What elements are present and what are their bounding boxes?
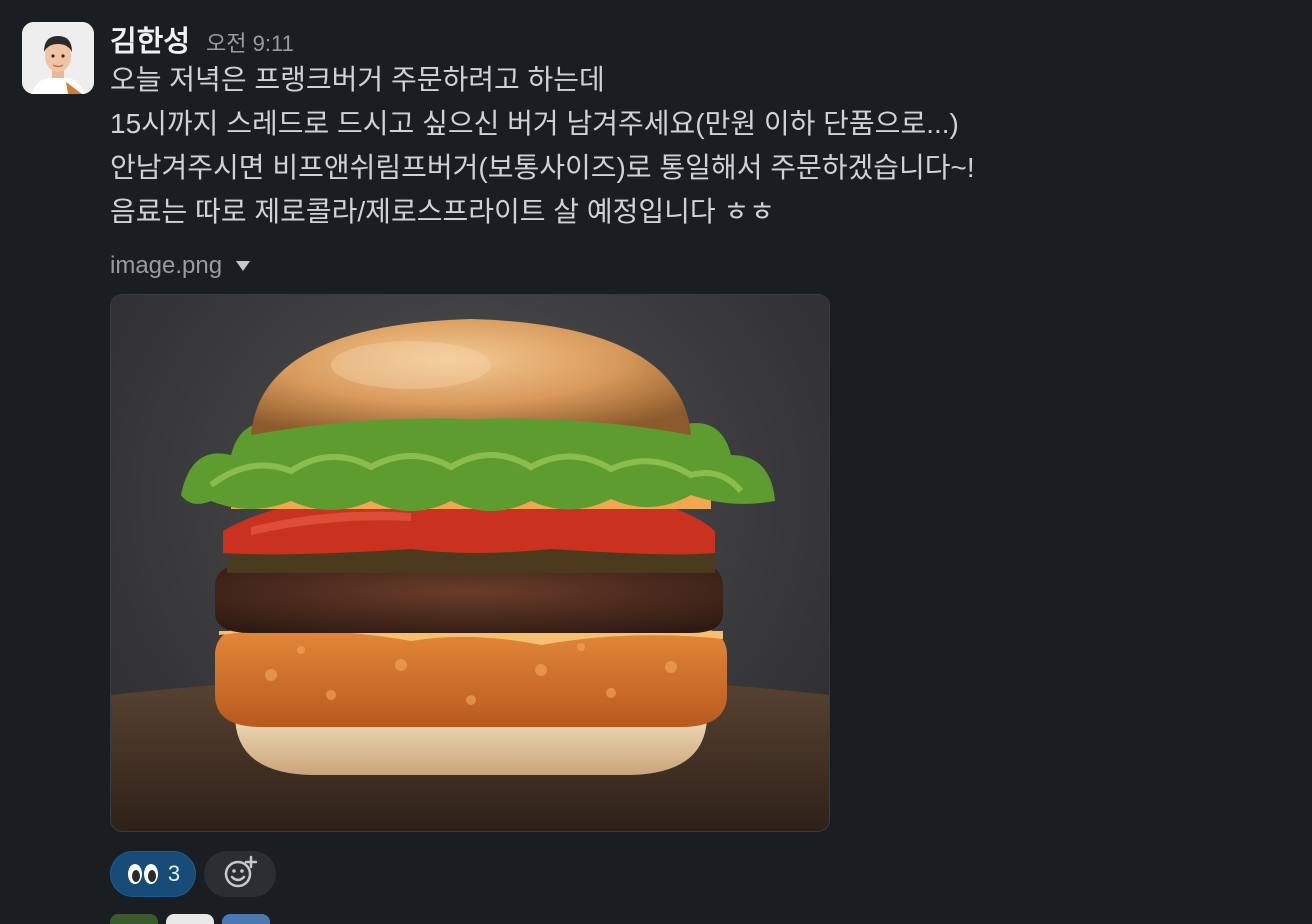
message-body: 오늘 저녁은 프랭크버거 주문하려고 하는데 15시까지 스레드로 드시고 싶으… [110,58,1290,234]
attachment-file-name[interactable]: image.png [110,252,222,280]
message: 김한성 오전 9:11 오늘 저녁은 프랭크버거 주문하려고 하는데 15시까지… [0,0,1312,924]
sender-avatar[interactable] [22,22,94,94]
attachment-header: image.png [110,252,1290,280]
eyes-emoji-icon [126,862,160,886]
add-reaction-button[interactable] [204,851,276,897]
reaction-eyes[interactable]: 3 [110,851,196,897]
thread-avatar[interactable] [166,914,214,924]
message-line: 음료는 따로 제로콜라/제로스프라이트 살 예정입니다 ㅎㅎ [110,196,775,227]
burger-photo [111,319,829,831]
caret-down-icon[interactable] [236,261,251,271]
message-header: 김한성 오전 9:11 [110,18,1290,58]
thread-avatar[interactable] [222,914,270,924]
attachment-image[interactable] [110,294,830,832]
message-timestamp[interactable]: 오전 9:11 [206,26,294,58]
thread-participants [110,914,278,924]
sender-name[interactable]: 김한성 [110,18,190,60]
reactions-bar: 3 [110,851,276,897]
message-line: 안남겨주시면 비프앤쉬림프버거(보통사이즈)로 통일해서 주문하겠습니다~! [110,152,975,183]
message-line: 15시까지 스레드로 드시고 싶으신 버거 남겨주세요(만원 이하 단품으로..… [110,108,959,139]
thread-avatar[interactable] [110,914,158,924]
add-emoji-icon [223,855,258,894]
message-line: 오늘 저녁은 프랭크버거 주문하려고 하는데 [110,64,605,95]
reaction-count: 3 [167,861,181,886]
message-content: 김한성 오전 9:11 오늘 저녁은 프랭크버거 주문하려고 하는데 15시까지… [110,18,1290,924]
